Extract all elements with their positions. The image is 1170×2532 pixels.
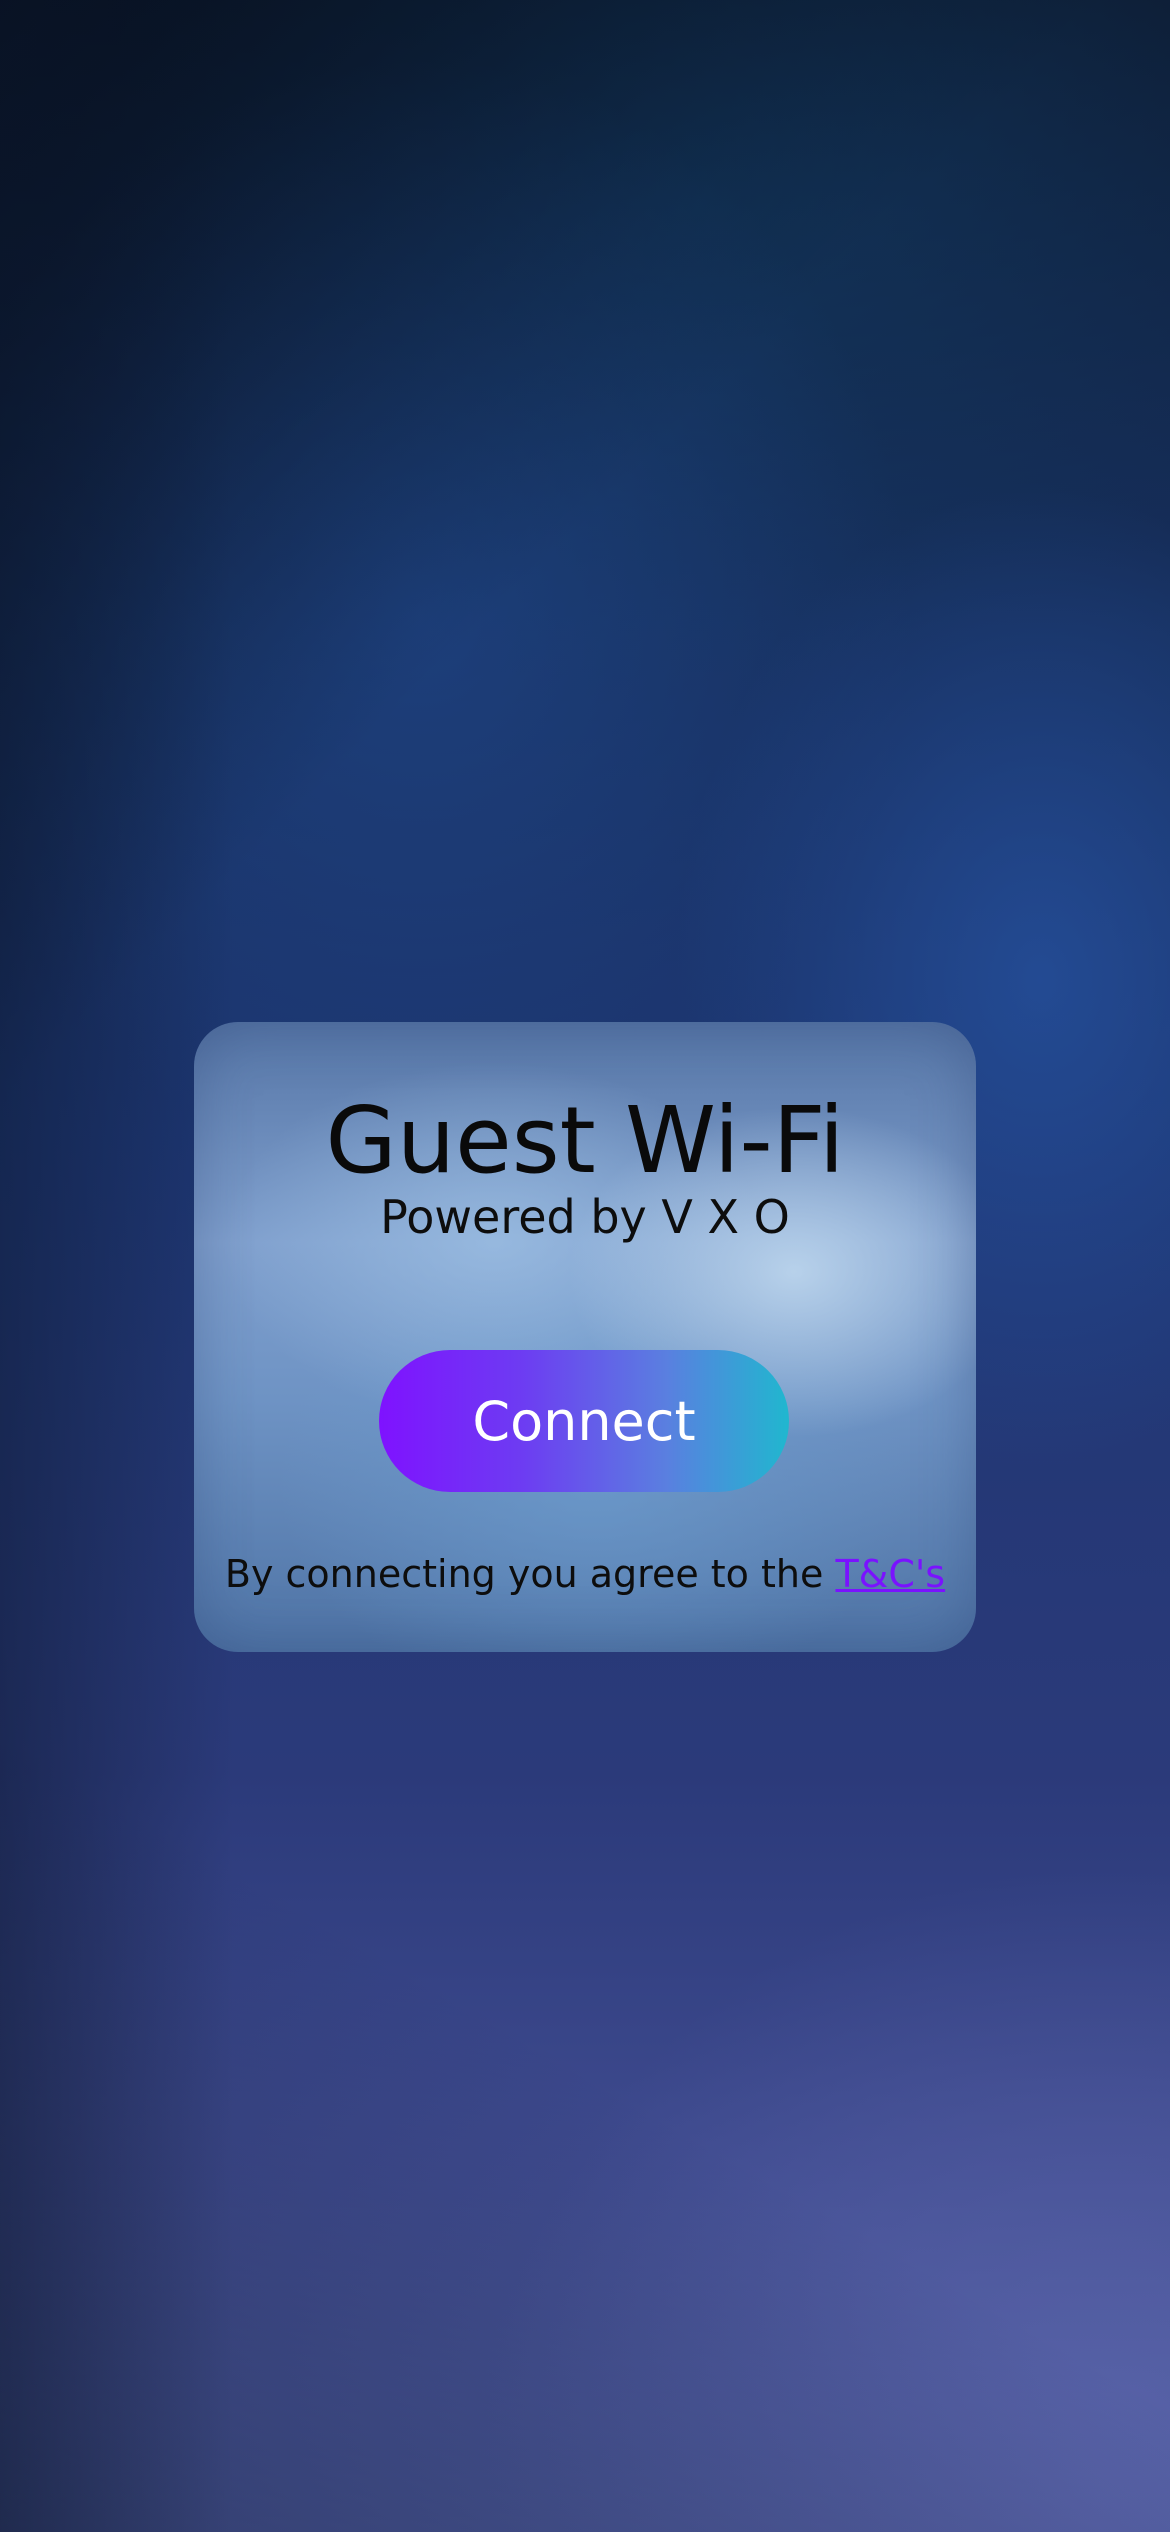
- connect-button[interactable]: Connect: [379, 1350, 789, 1492]
- terms-agreement: By connecting you agree to the T&C's: [194, 1552, 976, 1596]
- page-title: Guest Wi-Fi: [325, 1087, 845, 1194]
- guest-wifi-card: Guest Wi-Fi Powered by V X O Connect By …: [194, 1022, 976, 1652]
- terms-agreement-text: By connecting you agree to the: [224, 1552, 824, 1596]
- terms-link[interactable]: T&C's: [835, 1552, 945, 1596]
- powered-by-subtitle: Powered by V X O: [380, 1190, 790, 1244]
